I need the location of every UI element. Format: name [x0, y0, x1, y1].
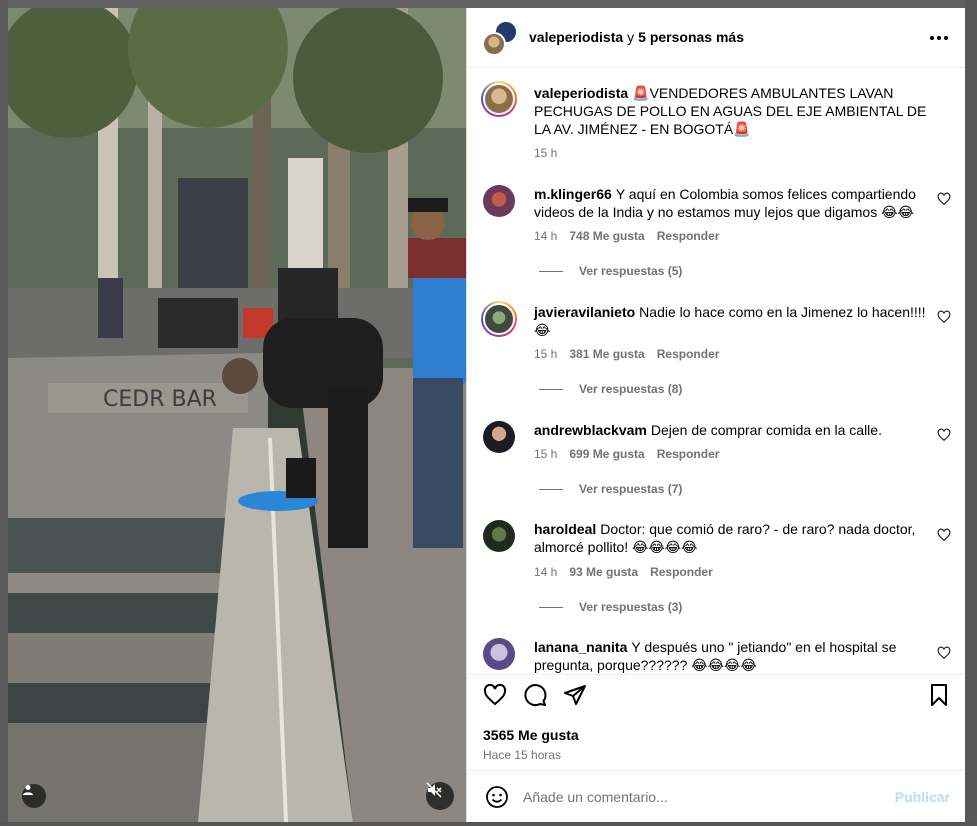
post-timestamp[interactable]: Hace 15 horas [483, 748, 561, 762]
send-icon[interactable] [563, 683, 587, 707]
comment-likes[interactable]: 699 Me gusta [569, 447, 644, 461]
heart-icon[interactable] [937, 192, 951, 206]
comment-meta: 15 h 381 Me gusta Responder [534, 347, 719, 361]
more-horizontal-icon [930, 36, 948, 40]
likes-count[interactable]: 3565 Me gusta [483, 727, 579, 743]
comment-text: Dejen de comprar comida en la calle. [650, 422, 882, 438]
comment-likes[interactable]: 93 Me gusta [569, 565, 638, 579]
tagged-user-button[interactable] [22, 784, 46, 808]
caption-avatar[interactable] [481, 81, 517, 117]
caption: valeperiodista 🚨VENDEDORES AMBULANTES LAV… [534, 84, 944, 138]
muted-speaker-icon [426, 782, 442, 798]
user-icon [23, 785, 33, 795]
more-options-button[interactable] [927, 26, 951, 50]
post-details-panel: valeperiodista y 5 personas más valeperiod… [466, 8, 965, 822]
publish-button[interactable]: Publicar [895, 789, 950, 805]
authors-connector: y [627, 29, 635, 45]
comment-likes[interactable]: 381 Me gusta [569, 347, 644, 361]
comment-username[interactable]: m.klinger66 [534, 186, 612, 202]
divider [539, 488, 563, 490]
avatar [482, 32, 506, 56]
video-frame: CEDR BAR [8, 8, 466, 822]
backdrop [965, 0, 977, 826]
avatar[interactable] [483, 421, 515, 453]
mute-button[interactable] [426, 782, 454, 810]
comment: haroldeal Doctor: que comió de raro? - de… [534, 520, 934, 556]
view-replies-button[interactable]: Ver respuestas (8) [539, 382, 682, 396]
comment-meta: 14 h 748 Me gusta Responder [534, 229, 719, 243]
post-actions: 3565 Me gusta Hace 15 horas [467, 674, 965, 770]
comment-time: 14 h [534, 565, 558, 579]
reply-button[interactable]: Responder [650, 565, 713, 579]
comment-time: 15 h [534, 347, 558, 361]
add-comment-bar: Publicar [467, 770, 965, 822]
reply-button[interactable]: Responder [657, 347, 720, 361]
comment: m.klinger66 Y aquí en Colombia somos feli… [534, 185, 934, 221]
comment-avatar-with-story[interactable] [481, 301, 517, 337]
comment-username[interactable]: lanana_nanita [534, 639, 627, 655]
caption-username[interactable]: valeperiodista [534, 85, 628, 101]
collaborators-link[interactable]: 5 personas más [638, 29, 744, 45]
avatar[interactable] [483, 638, 515, 670]
comment-time: 14 h [534, 229, 558, 243]
post-authors: valeperiodista y 5 personas más [529, 29, 744, 45]
comment-meta: 14 h 93 Me gusta Responder [534, 565, 713, 579]
view-replies-label: Ver respuestas (5) [579, 264, 683, 278]
emoji-icon[interactable] [485, 785, 509, 809]
caption-meta: 15 h [534, 146, 557, 160]
post-header: valeperiodista y 5 personas más [467, 8, 965, 68]
divider [539, 606, 563, 608]
post-video[interactable]: CEDR BAR [8, 8, 466, 822]
view-replies-label: Ver respuestas (7) [579, 482, 683, 496]
reply-button[interactable]: Responder [657, 229, 720, 243]
comment-icon[interactable] [523, 683, 547, 707]
view-replies-button[interactable]: Ver respuestas (3) [539, 600, 682, 614]
svg-text:CEDR BAR: CEDR BAR [103, 387, 217, 412]
comment: lanana_nanita Y después uno " jetiando" e… [534, 638, 934, 674]
avatar[interactable] [483, 185, 515, 217]
comment-username[interactable]: andrewblackvam [534, 422, 647, 438]
heart-icon[interactable] [937, 310, 951, 324]
divider [539, 388, 563, 390]
comment: javieravilanieto Nadie lo hace como en la… [534, 303, 934, 339]
collab-avatars[interactable] [482, 20, 518, 56]
comment-input[interactable] [523, 783, 883, 811]
heart-icon[interactable] [937, 646, 951, 660]
comment-meta: 15 h 699 Me gusta Responder [534, 447, 719, 461]
heart-icon[interactable] [937, 428, 951, 442]
bookmark-icon[interactable] [927, 683, 951, 707]
backdrop [0, 0, 977, 8]
author-username-link[interactable]: valeperiodista [529, 29, 623, 45]
view-replies-button[interactable]: Ver respuestas (5) [539, 264, 682, 278]
comment-likes[interactable]: 748 Me gusta [569, 229, 644, 243]
divider [539, 270, 563, 272]
comment: andrewblackvam Dejen de comprar comida en… [534, 421, 934, 439]
view-replies-label: Ver respuestas (8) [579, 382, 683, 396]
comment-username[interactable]: haroldeal [534, 521, 596, 537]
heart-icon[interactable] [937, 528, 951, 542]
heart-icon[interactable] [483, 683, 507, 707]
view-replies-label: Ver respuestas (3) [579, 600, 683, 614]
avatar[interactable] [483, 520, 515, 552]
caption-time: 15 h [534, 146, 558, 160]
reply-button[interactable]: Responder [657, 447, 720, 461]
comment-time: 15 h [534, 447, 558, 461]
backdrop [0, 0, 8, 826]
comment-username[interactable]: javieravilanieto [534, 304, 635, 320]
view-replies-button[interactable]: Ver respuestas (7) [539, 482, 682, 496]
comments-list[interactable]: valeperiodista 🚨VENDEDORES AMBULANTES LAV… [467, 68, 965, 674]
